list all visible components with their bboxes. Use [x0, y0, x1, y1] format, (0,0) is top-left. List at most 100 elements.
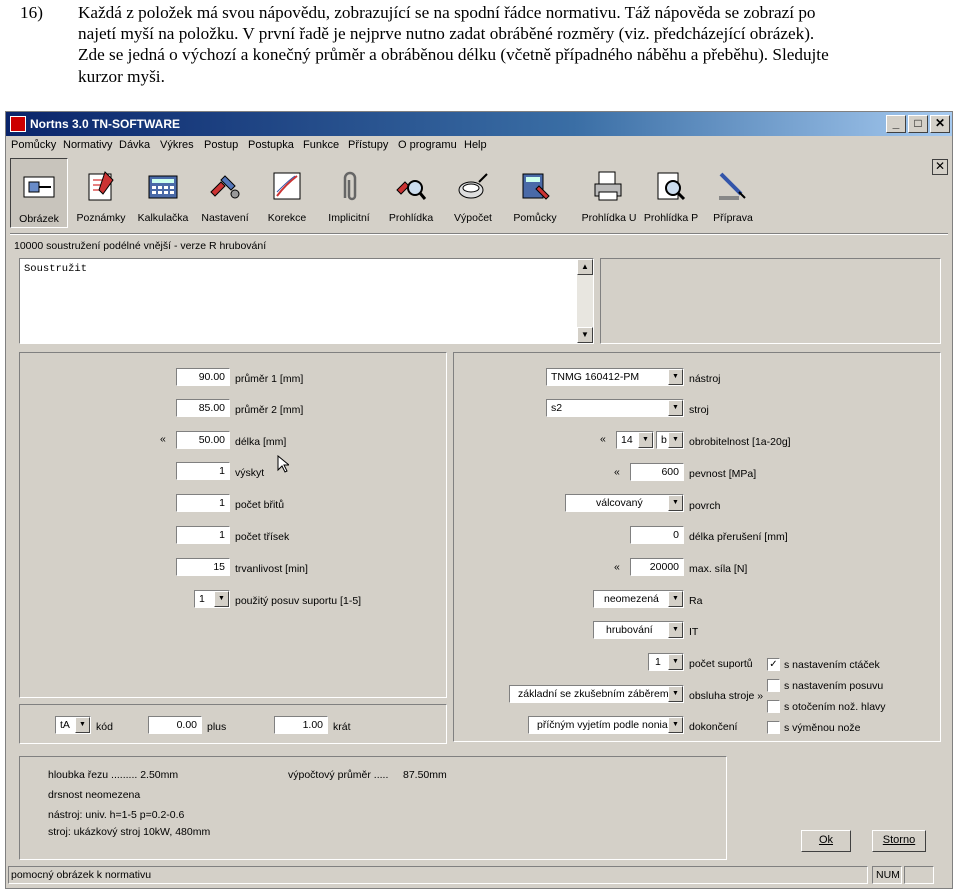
- posuv-select[interactable]: 1 ▼: [194, 590, 230, 608]
- title-bar[interactable]: Nortns 3.0 TN-SOFTWARE _ □ ✕: [6, 112, 952, 136]
- stroj-select[interactable]: s2 ▼: [546, 399, 684, 417]
- obrobitelnost-arrow-button[interactable]: «: [600, 433, 606, 445]
- trvanlivost-input[interactable]: 15: [176, 558, 230, 576]
- info-prumer-label: výpočtový průměr .....: [288, 769, 389, 781]
- kod-select[interactable]: tA ▼: [55, 716, 91, 734]
- toolbar-prohlidka[interactable]: Prohlídka: [382, 158, 440, 228]
- check-otoceni-hlavy[interactable]: [767, 700, 780, 713]
- ok-button[interactable]: Ok: [801, 830, 851, 852]
- calculator-icon: [148, 175, 178, 199]
- pevnost-arrow-button[interactable]: «: [614, 466, 620, 478]
- menu-pristupy[interactable]: Přístupy: [348, 139, 388, 151]
- menu-vykres[interactable]: Výkres: [160, 139, 194, 151]
- menu-help[interactable]: Help: [464, 139, 487, 151]
- obrobitelnost-letter-select[interactable]: b ▼: [656, 431, 684, 449]
- preruseni-input[interactable]: 0: [630, 526, 684, 544]
- toolbar-pomucky[interactable]: Pomůcky: [506, 158, 564, 228]
- status-empty: [904, 866, 934, 884]
- note-memo[interactable]: Soustružit ▲ ▼: [19, 258, 594, 344]
- memo-text: Soustružit: [24, 263, 88, 275]
- delka-input[interactable]: 50.00: [176, 431, 230, 449]
- trisky-input[interactable]: 1: [176, 526, 230, 544]
- toolbar-poznamky[interactable]: Poznámky: [72, 158, 130, 228]
- toolbar-prohlidka-u[interactable]: Prohlídka U: [580, 158, 638, 228]
- storno-button[interactable]: Storno: [872, 830, 926, 852]
- ra-select[interactable]: neomezená ▼: [593, 590, 684, 608]
- chevron-down-icon[interactable]: ▼: [668, 717, 683, 733]
- mouse-cursor-icon: [277, 455, 289, 473]
- suporty-select[interactable]: 1 ▼: [648, 653, 684, 671]
- pevnost-input[interactable]: 600: [630, 463, 684, 481]
- menu-funkce[interactable]: Funkce: [303, 139, 339, 151]
- trisky-label: počet třísek: [235, 531, 290, 543]
- plus-label: plus: [207, 721, 227, 733]
- chevron-down-icon[interactable]: ▼: [668, 495, 683, 511]
- notes-icon: [88, 171, 114, 201]
- divider: [10, 233, 948, 235]
- sila-arrow-button[interactable]: «: [614, 561, 620, 573]
- doc-line-2: najetí myší na položku. V první řadě je …: [78, 24, 815, 44]
- close-button[interactable]: ✕: [930, 115, 950, 133]
- maximize-button[interactable]: □: [908, 115, 928, 133]
- plus-input[interactable]: 0.00: [148, 716, 202, 734]
- toolbar-prohlidka-p[interactable]: Prohlídka P: [642, 158, 700, 228]
- sila-input[interactable]: 20000: [630, 558, 684, 576]
- chevron-down-icon[interactable]: ▼: [668, 686, 683, 702]
- drawing-icon: [23, 176, 55, 198]
- nastroj-select[interactable]: TNMG 160412-PM ▼: [546, 368, 684, 386]
- check-label-hlavy: s otočením nož. hlavy: [784, 701, 886, 713]
- doc-line-1: Každá z položek má svou nápovědu, zobraz…: [78, 3, 816, 22]
- dimensions-panel: [19, 352, 447, 698]
- doc-line-3: Zde se jedná o výchozí a konečný průměr …: [78, 45, 829, 65]
- menu-postupka[interactable]: Postupka: [248, 139, 294, 151]
- chevron-down-icon[interactable]: ▼: [668, 369, 683, 385]
- toolbar-implicitni[interactable]: Implicitní: [320, 158, 378, 228]
- chevron-down-icon[interactable]: ▼: [214, 591, 229, 607]
- check-label-ctacek: s nastavením ctáček: [784, 659, 880, 671]
- krat-input[interactable]: 1.00: [274, 716, 328, 734]
- prumer2-label: průměr 2 [mm]: [235, 404, 304, 416]
- toolbar-obrazek[interactable]: Obrázek: [10, 158, 68, 228]
- obsluha-select[interactable]: základní se zkušebním záběrem ▼: [509, 685, 684, 703]
- vyskyt-input[interactable]: 1: [176, 462, 230, 480]
- delka-arrow-button[interactable]: «: [160, 433, 166, 445]
- nastroj-label: nástroj: [689, 373, 721, 385]
- check-nastaveni-ctacek[interactable]: ✓: [767, 658, 780, 671]
- chevron-down-icon[interactable]: ▼: [668, 591, 683, 607]
- check-vymena-noze[interactable]: [767, 721, 780, 734]
- povrch-label: povrch: [689, 500, 721, 512]
- brity-input[interactable]: 1: [176, 494, 230, 512]
- toolbar-nastaveni[interactable]: Nastavení: [196, 158, 254, 228]
- chevron-down-icon[interactable]: ▼: [668, 654, 683, 670]
- povrch-select[interactable]: válcovaný ▼: [565, 494, 684, 512]
- menu-postup[interactable]: Postup: [204, 139, 238, 151]
- chevron-down-icon[interactable]: ▼: [668, 622, 683, 638]
- scroll-down-icon[interactable]: ▼: [577, 327, 593, 343]
- prumer1-input[interactable]: 90.00: [176, 368, 230, 386]
- toolbar-korekce[interactable]: Korekce: [258, 158, 316, 228]
- menu-pomucky[interactable]: Pomůcky: [11, 139, 56, 151]
- chevron-down-icon[interactable]: ▼: [75, 717, 90, 733]
- obrobitelnost-number-select[interactable]: 14 ▼: [616, 431, 654, 449]
- toolbar-kalkulacka[interactable]: Kalkulačka: [134, 158, 192, 228]
- toolbar-vypocet[interactable]: Výpočet: [444, 158, 502, 228]
- scroll-up-icon[interactable]: ▲: [577, 259, 593, 275]
- dokonceni-select[interactable]: příčným vyjetím podle nonia ▼: [528, 716, 684, 734]
- posuv-label: použitý posuv suportu [1-5]: [235, 595, 362, 607]
- memo-scrollbar[interactable]: ▲ ▼: [577, 259, 593, 343]
- ra-label: Ra: [689, 595, 703, 607]
- it-select[interactable]: hrubování ▼: [593, 621, 684, 639]
- tools-icon: [522, 173, 550, 200]
- chevron-down-icon[interactable]: ▼: [668, 432, 683, 448]
- chevron-down-icon[interactable]: ▼: [638, 432, 653, 448]
- menu-davka[interactable]: Dávka: [119, 139, 150, 151]
- menu-normativy[interactable]: Normativy: [63, 139, 113, 151]
- toolbar-priprava[interactable]: Příprava: [704, 158, 762, 228]
- prumer2-input[interactable]: 85.00: [176, 399, 230, 417]
- check-nastaveni-posuvu[interactable]: [767, 679, 780, 692]
- minimize-button[interactable]: _: [886, 115, 906, 133]
- chevron-down-icon[interactable]: ▼: [668, 400, 683, 416]
- normative-title: 10000 soustružení podélné vnější - verze…: [14, 240, 267, 252]
- window-title: Nortns 3.0 TN-SOFTWARE: [30, 117, 181, 131]
- menu-o-programu[interactable]: O programu: [398, 139, 457, 151]
